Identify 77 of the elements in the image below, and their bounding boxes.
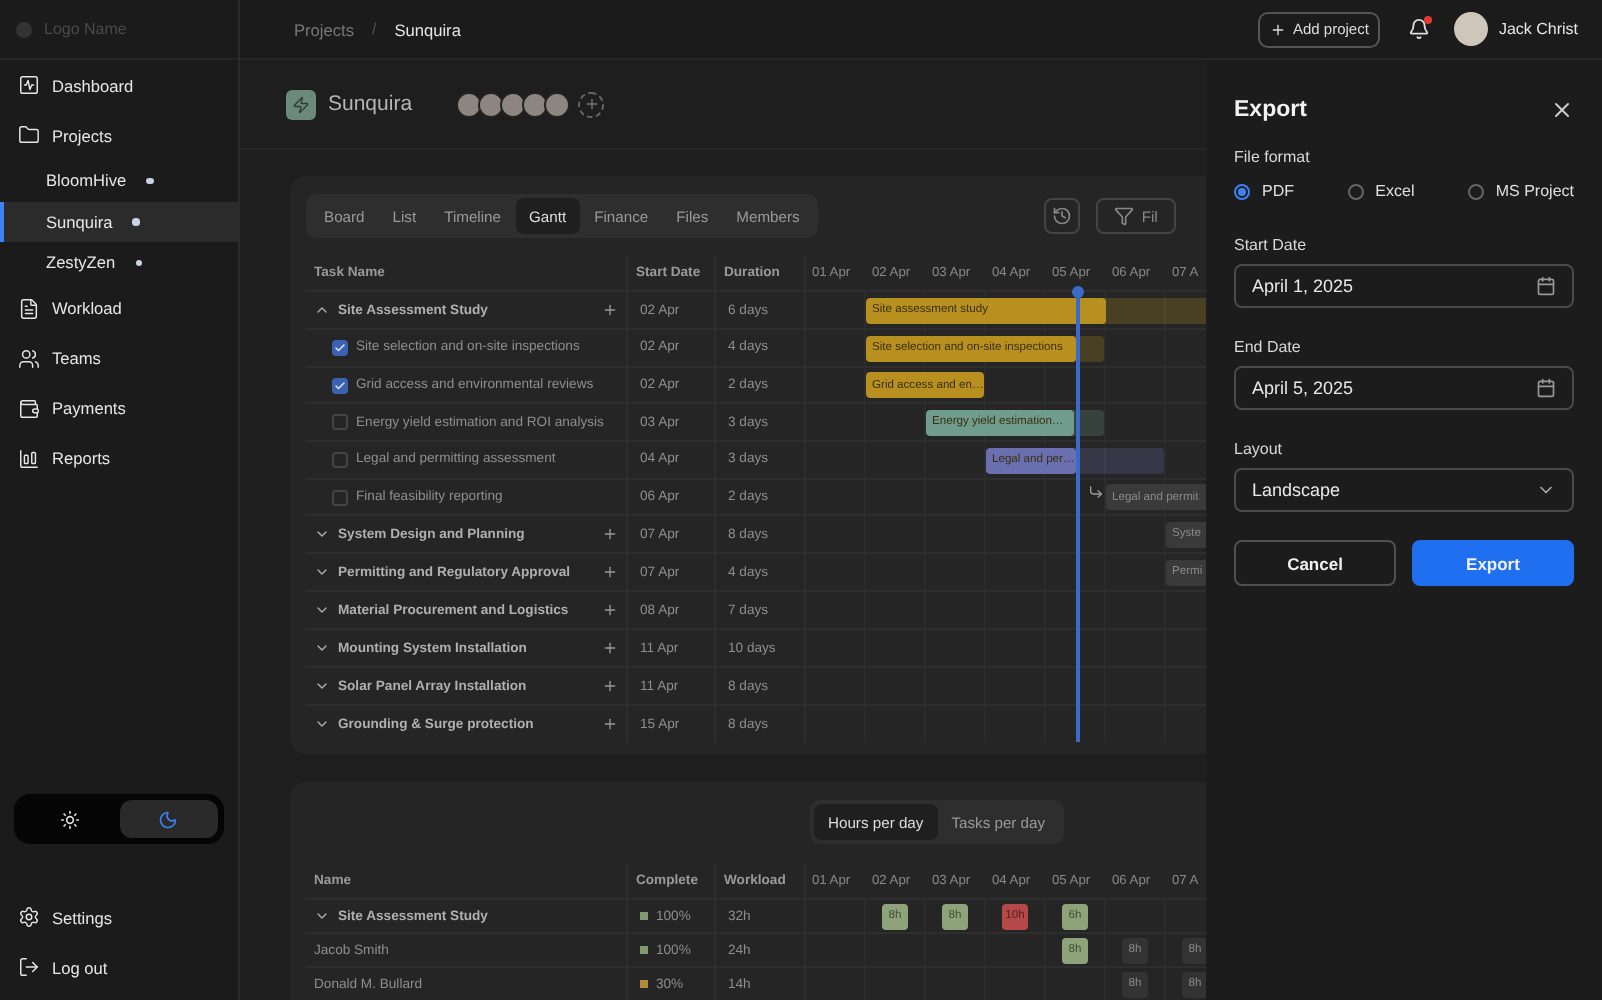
logo-icon xyxy=(16,21,32,37)
moon-icon xyxy=(158,809,179,829)
add-subtask-icon[interactable] xyxy=(602,302,618,318)
radio-label: MS Project xyxy=(1495,182,1574,200)
logout-icon xyxy=(18,956,40,978)
radio-label: PDF xyxy=(1262,182,1294,200)
add-subtask-icon[interactable] xyxy=(602,678,618,695)
nav-item[interactable]: Projects xyxy=(0,110,238,160)
member-avatar xyxy=(544,91,571,117)
project-title: Sunquira xyxy=(328,92,413,116)
date-field[interactable]: April 5, 2025 xyxy=(1234,366,1574,410)
task-checkbox[interactable] xyxy=(332,451,348,468)
dot-icon xyxy=(132,218,140,225)
member-avatar xyxy=(456,91,483,117)
user-name: Jack Christ xyxy=(1498,20,1578,38)
dot-icon xyxy=(135,259,143,266)
date-field[interactable]: April 1, 2025 xyxy=(1234,264,1574,308)
history-button[interactable] xyxy=(1043,198,1080,234)
task-checkbox[interactable] xyxy=(332,339,348,356)
wallet-icon xyxy=(18,397,40,419)
filter-icon xyxy=(1113,206,1134,226)
breadcrumb-separator: / xyxy=(371,20,377,38)
dot-icon xyxy=(146,177,154,184)
field-label: End Date xyxy=(1234,338,1303,356)
nav-item[interactable]: Log out xyxy=(0,942,238,992)
notification-icon[interactable] xyxy=(1408,18,1431,40)
settings-icon xyxy=(18,906,40,928)
task-checkbox[interactable] xyxy=(332,377,348,394)
radio-button[interactable] xyxy=(1234,183,1250,199)
project-icon xyxy=(286,89,316,119)
plus-icon xyxy=(1270,21,1287,37)
chart-icon xyxy=(18,74,40,96)
field-label: Layout xyxy=(1234,440,1285,458)
field-label: File format xyxy=(1234,148,1312,166)
folder-icon xyxy=(18,124,40,146)
cancel-button[interactable]: Cancel xyxy=(1234,540,1396,586)
member-avatar xyxy=(522,91,549,117)
project-item[interactable]: BloomHive xyxy=(0,160,238,201)
breadcrumb[interactable]: Projects xyxy=(294,19,354,39)
document-icon xyxy=(18,297,40,319)
export-button[interactable]: Export xyxy=(1412,540,1574,586)
add-subtask-icon[interactable] xyxy=(602,526,618,543)
plus-icon xyxy=(583,96,600,112)
users-icon xyxy=(18,347,40,369)
bar-chart-icon xyxy=(18,447,40,469)
add-subtask-icon[interactable] xyxy=(602,640,618,657)
calendar-icon xyxy=(1536,276,1556,296)
add-subtask-icon[interactable] xyxy=(602,716,618,733)
add-member-button[interactable] xyxy=(578,91,605,117)
close-button[interactable] xyxy=(1550,98,1574,122)
chevron-up-icon[interactable] xyxy=(314,302,330,318)
member-avatar xyxy=(500,91,527,117)
nav-item[interactable]: Workload xyxy=(0,283,238,333)
nav-item[interactable]: Payments xyxy=(0,383,238,433)
nav-item[interactable]: Reports xyxy=(0,433,238,483)
radio-button[interactable] xyxy=(1347,183,1364,199)
project-item[interactable]: Sunquira xyxy=(0,201,238,242)
nav-item[interactable]: Teams xyxy=(0,333,238,383)
project-item[interactable]: ZestyZen xyxy=(0,242,238,283)
layout-select[interactable]: Landscape xyxy=(1234,468,1574,512)
panel-title: Export xyxy=(1234,98,1307,122)
nav-item[interactable]: Dashboard xyxy=(0,60,238,110)
nav-item[interactable]: Settings xyxy=(0,892,238,942)
breadcrumb[interactable]: Sunquira xyxy=(394,19,461,39)
radio-label: Excel xyxy=(1375,182,1415,200)
field-label: Start Date xyxy=(1234,236,1309,254)
sun-icon xyxy=(59,809,80,829)
user-avatar xyxy=(1454,12,1489,46)
add-subtask-icon[interactable] xyxy=(602,564,618,581)
add-subtask-icon[interactable] xyxy=(602,602,618,619)
task-checkbox[interactable] xyxy=(332,414,348,431)
calendar-icon xyxy=(1536,378,1556,398)
task-checkbox[interactable] xyxy=(332,489,348,506)
radio-button[interactable] xyxy=(1467,183,1484,199)
member-avatar xyxy=(478,91,505,117)
clock-icon xyxy=(1051,206,1072,226)
theme-option[interactable] xyxy=(119,800,218,838)
